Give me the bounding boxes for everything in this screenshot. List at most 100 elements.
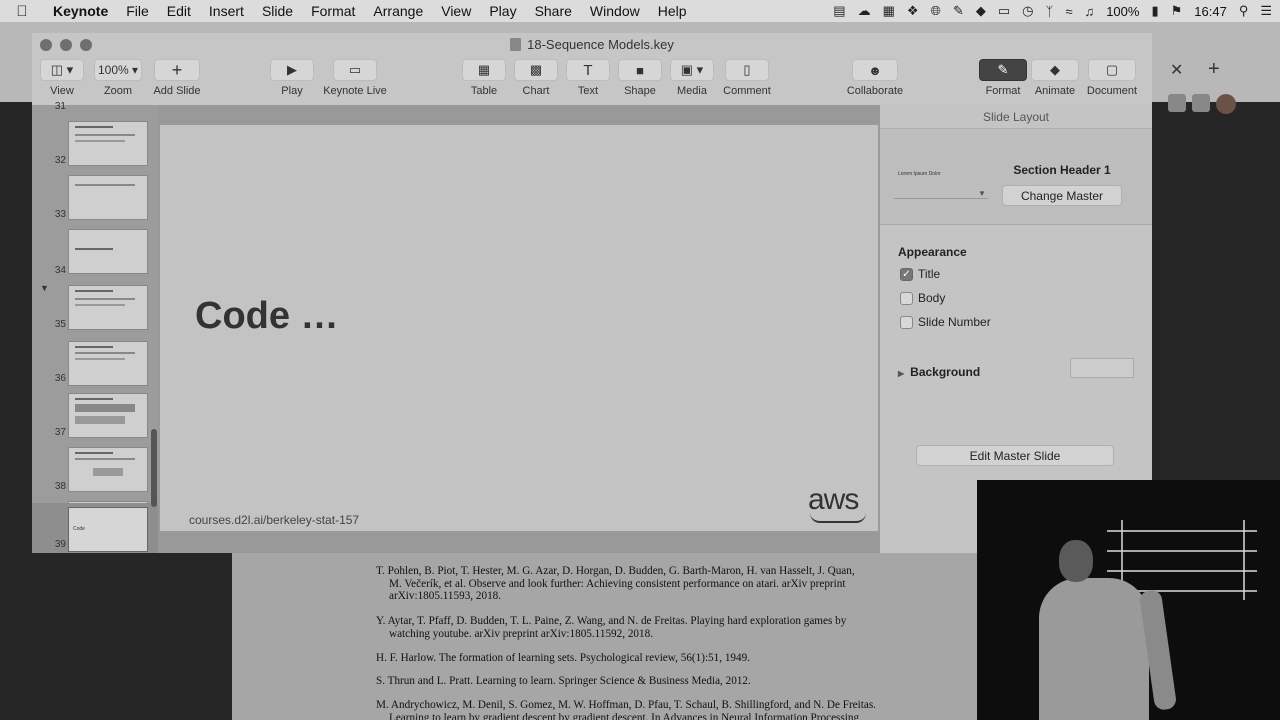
- menu-view[interactable]: View: [432, 3, 480, 19]
- thumb-text: Code: [73, 526, 85, 532]
- shape-button[interactable]: ■ Shape: [618, 59, 662, 97]
- collapse-triangle-icon[interactable]: ▼: [40, 283, 49, 293]
- zoom-value-text: 100%: [97, 63, 129, 77]
- navigator-scrollbar[interactable]: [151, 429, 157, 507]
- background-color-well[interactable]: [1070, 358, 1134, 378]
- body-checkbox-label: Body: [918, 291, 946, 305]
- menu-window[interactable]: Window: [581, 3, 649, 19]
- title-checkbox[interactable]: ✓: [900, 267, 913, 281]
- globe-icon[interactable]: 🌐︎: [931, 3, 941, 19]
- avatar[interactable]: [1216, 94, 1236, 114]
- menu-play[interactable]: Play: [480, 3, 525, 19]
- pen-icon[interactable]: ✎: [953, 3, 964, 19]
- menu-arrange[interactable]: Arrange: [364, 3, 432, 19]
- battery-icon[interactable]: ▮: [1151, 3, 1158, 19]
- reference-entry: M. Andrychowicz, M. Denil, S. Gomez, M. …: [376, 699, 906, 720]
- menu-help[interactable]: Help: [649, 3, 696, 19]
- disclosure-triangle-icon[interactable]: ▶: [898, 369, 904, 378]
- time-machine-icon[interactable]: ◷: [1022, 3, 1033, 19]
- menu-format[interactable]: Format: [302, 3, 364, 19]
- play-button[interactable]: ▶ Play: [270, 59, 314, 97]
- slide-canvas[interactable]: Code … courses.d2l.ai/berkeley-stat-157 …: [160, 125, 878, 531]
- new-tab-icon[interactable]: +: [1208, 58, 1220, 81]
- background-disclosure[interactable]: ▶ Background: [898, 365, 980, 379]
- chart-button[interactable]: ▩ Chart: [514, 59, 558, 97]
- add-slide-button[interactable]: + Add Slide: [152, 59, 202, 97]
- title-checkbox-row[interactable]: ✓ Title: [900, 267, 940, 281]
- animate-button[interactable]: ◆ Animate: [1030, 59, 1080, 97]
- view-button[interactable]: ◫ ▾ View: [40, 59, 84, 97]
- thumb-line: [75, 298, 135, 300]
- document-icon: [510, 38, 522, 51]
- master-section: Lorem Ipsum Dolor ▼ Section Header 1 Cha…: [880, 129, 1152, 225]
- slide-thumbnail-selected[interactable]: Code: [68, 507, 148, 552]
- slide-number: 33: [54, 209, 66, 220]
- battery-percent[interactable]: 100%: [1106, 4, 1139, 19]
- media-button[interactable]: ▣ ▾ Media: [670, 59, 714, 97]
- menu-share[interactable]: Share: [526, 3, 581, 19]
- change-master-button[interactable]: Change Master: [1002, 185, 1122, 206]
- format-button[interactable]: ✎ Format: [978, 59, 1028, 97]
- aws-logo: aws: [808, 483, 866, 523]
- slide-thumbnail[interactable]: [68, 121, 148, 166]
- thumb-title: [75, 290, 113, 292]
- cloud-upload-icon[interactable]: ☁: [858, 3, 871, 19]
- slide-thumbnail[interactable]: [68, 285, 148, 330]
- text-button[interactable]: T Text: [566, 59, 610, 97]
- slide-footer[interactable]: courses.d2l.ai/berkeley-stat-157: [189, 513, 359, 527]
- dropbox-icon[interactable]: ❖: [907, 3, 919, 19]
- selected-slide-row[interactable]: Code 39: [32, 503, 158, 553]
- keynote-live-button[interactable]: ▭ Keynote Live: [320, 59, 390, 97]
- edit-master-slide-button[interactable]: Edit Master Slide: [916, 445, 1114, 466]
- comment-button[interactable]: ▯ Comment: [722, 59, 772, 97]
- body-checkbox-row[interactable]: Body: [900, 291, 945, 305]
- menu-slide[interactable]: Slide: [253, 3, 302, 19]
- zoom-button[interactable]: 100% ▾ Zoom: [94, 59, 142, 97]
- slide-number: 38: [54, 481, 66, 492]
- airplay-icon[interactable]: ▭: [998, 3, 1010, 19]
- extension-icon[interactable]: [1168, 94, 1186, 112]
- control-center-icon[interactable]: ☰: [1260, 3, 1272, 19]
- slide-thumbnail[interactable]: [68, 341, 148, 386]
- body-checkbox[interactable]: [900, 291, 913, 305]
- slide-number: 32: [54, 155, 66, 166]
- format-label: Format: [985, 85, 1021, 97]
- grid-icon[interactable]: ▦: [883, 3, 895, 19]
- menu-insert[interactable]: Insert: [200, 3, 253, 19]
- slide-number-checkbox[interactable]: [900, 315, 913, 329]
- slide-thumbnail[interactable]: [68, 393, 148, 438]
- bluetooth-icon[interactable]: ᛉ: [1046, 4, 1054, 19]
- slide-number: 36: [54, 373, 66, 384]
- menu-bar:  Keynote File Edit Insert Slide Format …: [0, 0, 1280, 22]
- table-button[interactable]: ▦ Table: [462, 59, 506, 97]
- slide-title[interactable]: Code …: [195, 295, 339, 338]
- close-tab-icon[interactable]: ✕: [1170, 60, 1183, 80]
- volume-icon[interactable]: ♫: [1084, 4, 1094, 19]
- slide-thumbnail[interactable]: [68, 229, 148, 274]
- thumb-line: [75, 358, 125, 360]
- slide-thumbnail[interactable]: [68, 447, 148, 492]
- title-checkbox-label: Title: [918, 267, 941, 281]
- wifi-icon[interactable]: ≈: [1065, 4, 1072, 19]
- document-button[interactable]: ▢ Document: [1084, 59, 1140, 97]
- document-panel-icon: ▢: [1088, 59, 1136, 81]
- document-icon[interactable]: ▤: [833, 3, 845, 19]
- collaborate-button[interactable]: ☻ Collaborate: [844, 59, 906, 97]
- add-slide-label: Add Slide: [153, 85, 201, 97]
- extension-icon[interactable]: [1192, 94, 1210, 112]
- flag-icon[interactable]: ⚑: [1171, 3, 1183, 19]
- menu-file[interactable]: File: [117, 3, 158, 19]
- search-icon[interactable]: ⚲: [1239, 3, 1249, 19]
- thumb-line: [75, 140, 125, 142]
- tag-icon[interactable]: ◆: [976, 3, 986, 19]
- slide-thumbnail[interactable]: [68, 175, 148, 220]
- clock[interactable]: 16:47: [1194, 4, 1227, 19]
- apple-icon[interactable]: : [0, 3, 44, 20]
- menu-edit[interactable]: Edit: [158, 3, 200, 19]
- chevron-down-icon[interactable]: ▼: [978, 189, 986, 198]
- master-thumbnail[interactable]: Lorem Ipsum Dolor ▼: [894, 159, 988, 199]
- reference-line: watching youtube. arXiv preprint arXiv:1…: [389, 627, 653, 640]
- play-icon: ▶: [270, 59, 314, 81]
- slide-number-checkbox-row[interactable]: Slide Number: [900, 315, 991, 329]
- menu-keynote[interactable]: Keynote: [44, 3, 117, 19]
